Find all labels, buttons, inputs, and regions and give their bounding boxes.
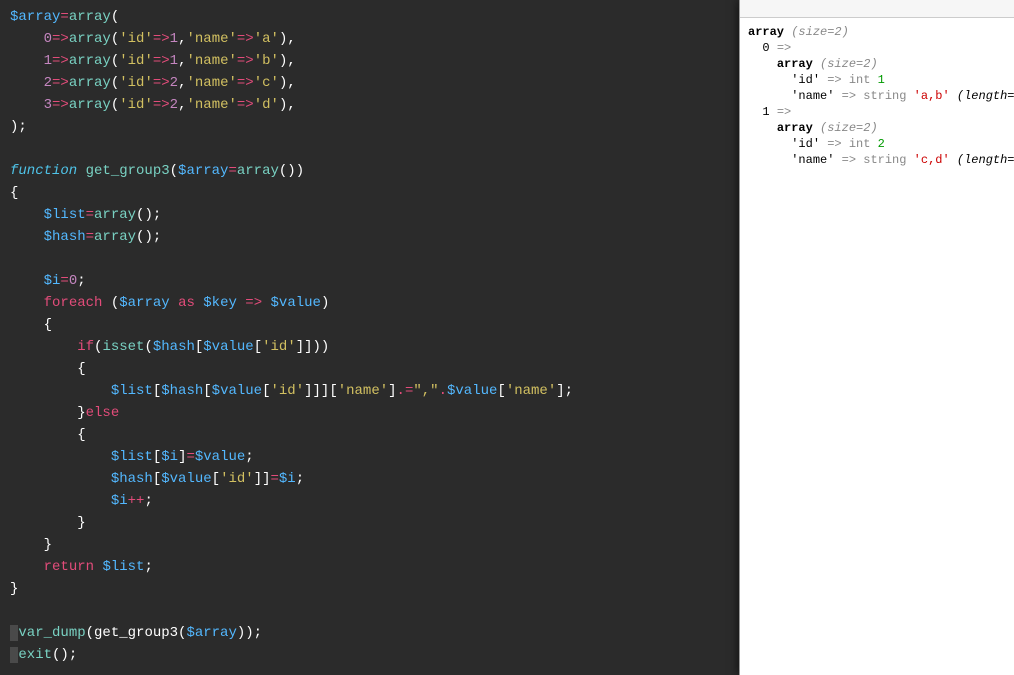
- code-line: $hash[$value['id']]=$i;: [10, 471, 304, 487]
- code-line: foreach ($array as $key => $value): [10, 295, 329, 311]
- code-line: $list=array();: [10, 207, 161, 223]
- code-line: $list[$i]=$value;: [10, 449, 254, 465]
- code-line: $i=0;: [10, 273, 86, 289]
- code-line: {: [10, 361, 86, 377]
- code-line: {: [10, 317, 52, 333]
- code-line: 3=>array('id'=>2,'name'=>'d'),: [10, 97, 296, 113]
- code-line: {: [10, 427, 86, 443]
- code-line: }: [10, 515, 86, 531]
- code-editor[interactable]: $array=array( 0=>array('id'=>1,'name'=>'…: [0, 0, 739, 675]
- code-line: }: [10, 537, 52, 553]
- code-line: return $list;: [10, 559, 153, 575]
- code-line: }: [10, 581, 18, 597]
- code-line: var_dump(get_group3($array));: [10, 625, 262, 641]
- code-line: {: [10, 185, 18, 201]
- output-toolbar: [740, 0, 1014, 18]
- code-line: $i++;: [10, 493, 153, 509]
- code-line: exit();: [10, 647, 77, 663]
- code-line: 0=>array('id'=>1,'name'=>'a'),: [10, 31, 296, 47]
- code-line: 1=>array('id'=>1,'name'=>'b'),: [10, 53, 296, 69]
- var-dump-output: array (size=2) 0 => array (size=2) 'id' …: [740, 18, 1014, 174]
- code-line: $array=array(: [10, 9, 119, 25]
- output-panel: array (size=2) 0 => array (size=2) 'id' …: [739, 0, 1014, 675]
- code-line: }else: [10, 405, 119, 421]
- code-line: if(isset($hash[$value['id']])): [10, 339, 329, 355]
- code-line: $list[$hash[$value['id']]]['name'].=",".…: [10, 383, 573, 399]
- code-line: function get_group3($array=array()): [10, 163, 304, 179]
- code-line: );: [10, 119, 27, 135]
- code-line: $hash=array();: [10, 229, 161, 245]
- code-line: 2=>array('id'=>2,'name'=>'c'),: [10, 75, 296, 91]
